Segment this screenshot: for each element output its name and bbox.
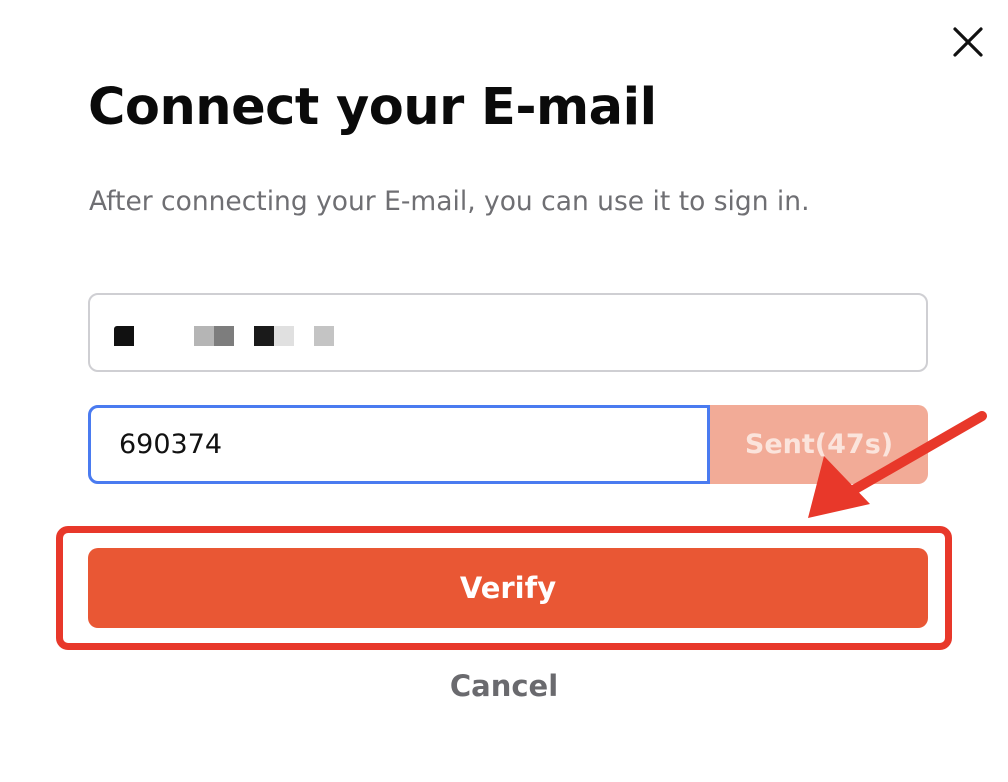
- close-button[interactable]: [948, 22, 988, 62]
- email-redacted-value: [110, 326, 350, 346]
- dialog-subtitle: After connecting your E-mail, you can us…: [89, 186, 810, 217]
- email-field[interactable]: [88, 293, 928, 372]
- verification-code-input[interactable]: [88, 405, 710, 484]
- close-icon: [953, 27, 983, 57]
- dialog-title: Connect your E-mail: [88, 78, 657, 137]
- connect-email-dialog: Connect your E-mail After connecting you…: [0, 0, 1008, 782]
- verification-code-row: Sent(47s): [88, 405, 928, 484]
- cancel-button[interactable]: Cancel: [404, 662, 604, 710]
- sent-code-button[interactable]: Sent(47s): [710, 405, 928, 484]
- verify-button[interactable]: Verify: [88, 548, 928, 628]
